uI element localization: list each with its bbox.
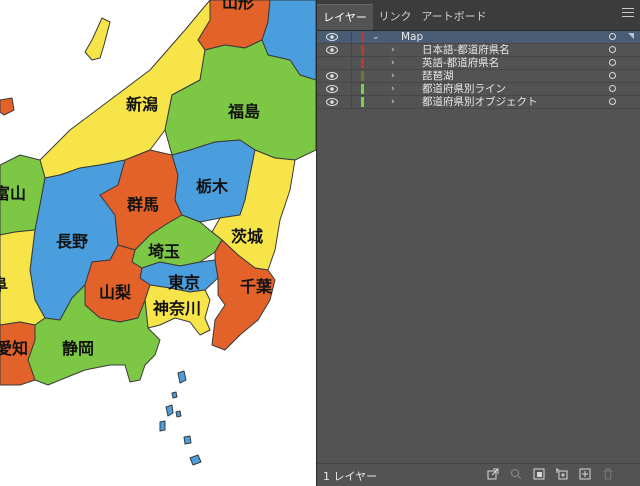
tab-links[interactable]: リンク	[373, 4, 417, 30]
label-tochigi: 栃木	[196, 177, 229, 196]
layer-name[interactable]: Map	[401, 31, 423, 43]
layer-count: 1 レイヤー	[323, 470, 378, 483]
map-canvas[interactable]: 山形 新潟 福島 富山 栃木 群馬 茨城 長野 埼玉 東京 阜 千葉 山梨 神奈…	[0, 0, 316, 486]
layers-panel: レイヤー リンク アートボード ⌄ Map › 日本語-都道府県名 › 英語-都…	[316, 0, 640, 486]
visibility-eye-icon[interactable]	[326, 72, 338, 80]
layer-name[interactable]: 琵琶湖	[422, 70, 454, 82]
layer-row[interactable]: › 都道府県別ライン	[317, 83, 640, 96]
layer-row[interactable]: › 都道府県別オブジェクト	[317, 96, 640, 109]
panel-footer: 1 レイヤー	[317, 463, 640, 486]
label-tokyo: 東京	[168, 273, 200, 292]
panel-tab-bar: レイヤー リンク アートボード	[317, 0, 640, 31]
island-izu-5	[183, 435, 192, 445]
visibility-eye-icon[interactable]	[326, 46, 338, 54]
chevron-right-icon[interactable]: ›	[391, 57, 399, 69]
selection-indicator[interactable]	[628, 33, 634, 39]
island-izu-4	[159, 420, 166, 432]
label-nagano: 長野	[56, 232, 88, 251]
layer-row-map[interactable]: ⌄ Map	[317, 31, 640, 44]
label-saitama: 埼玉	[148, 242, 180, 261]
layer-color-indicator	[361, 84, 364, 94]
label-gunma: 群馬	[127, 195, 159, 214]
label-yamagata-partial: 山形	[222, 0, 254, 12]
layer-color-indicator	[361, 97, 364, 107]
target-circle-icon[interactable]	[609, 46, 616, 53]
layers-list: ⌄ Map › 日本語-都道府県名 › 英語-都道府県名 › 琵琶湖 › 都道府…	[317, 31, 640, 109]
chevron-right-icon[interactable]: ›	[391, 96, 399, 108]
new-sublayer-icon[interactable]	[556, 468, 568, 480]
chevron-right-icon[interactable]: ›	[391, 83, 399, 95]
layer-color-indicator	[361, 45, 364, 55]
label-shizuoka: 静岡	[62, 339, 94, 358]
layer-name[interactable]: 都道府県別オブジェクト	[422, 96, 538, 108]
tab-layers[interactable]: レイヤー	[317, 4, 373, 30]
target-circle-icon[interactable]	[609, 98, 616, 105]
layer-name[interactable]: 英語-都道府県名	[422, 57, 499, 69]
target-circle-icon[interactable]	[609, 33, 616, 40]
island-izu-7	[175, 410, 182, 418]
chevron-right-icon[interactable]: ›	[391, 44, 399, 56]
chevron-down-icon[interactable]: ⌄	[372, 31, 380, 43]
label-toyama: 富山	[0, 184, 26, 203]
layer-color-indicator	[361, 32, 364, 42]
label-kanagawa: 神奈川	[153, 299, 201, 318]
label-chiba: 千葉	[240, 277, 273, 296]
layer-row[interactable]: › 日本語-都道府県名	[317, 44, 640, 57]
label-ibaraki: 茨城	[231, 227, 263, 246]
new-layer-icon[interactable]	[579, 468, 591, 480]
layer-color-indicator	[361, 71, 364, 81]
target-circle-icon[interactable]	[609, 85, 616, 92]
japan-kanto-map: 山形 新潟 福島 富山 栃木 群馬 茨城 長野 埼玉 東京 阜 千葉 山梨 神奈…	[0, 0, 316, 486]
target-circle-icon[interactable]	[609, 72, 616, 79]
layer-row[interactable]: › 英語-都道府県名	[317, 57, 640, 70]
layer-color-indicator	[361, 58, 364, 68]
label-niigata: 新潟	[126, 95, 158, 114]
label-aichi: 愛知	[0, 339, 28, 358]
layer-row[interactable]: › 琵琶湖	[317, 70, 640, 83]
label-gifu-partial: 阜	[0, 275, 8, 294]
layer-name[interactable]: 都道府県別ライン	[422, 83, 506, 95]
label-yamanashi: 山梨	[99, 283, 132, 302]
clipping-mask-icon[interactable]	[533, 468, 545, 480]
panel-menu-icon[interactable]	[622, 8, 634, 20]
visibility-eye-icon[interactable]	[326, 33, 338, 41]
chevron-right-icon[interactable]: ›	[391, 70, 399, 82]
target-circle-icon[interactable]	[609, 59, 616, 66]
layer-name[interactable]: 日本語-都道府県名	[422, 44, 510, 56]
export-icon[interactable]	[487, 468, 499, 480]
search-icon[interactable]	[510, 468, 522, 480]
island-izu-2	[171, 391, 178, 399]
visibility-eye-icon[interactable]	[326, 85, 338, 93]
label-fukushima: 福島	[227, 102, 260, 121]
trash-icon[interactable]	[602, 468, 614, 480]
tab-artboards[interactable]: アートボード	[417, 4, 491, 30]
visibility-eye-icon[interactable]	[326, 98, 338, 106]
